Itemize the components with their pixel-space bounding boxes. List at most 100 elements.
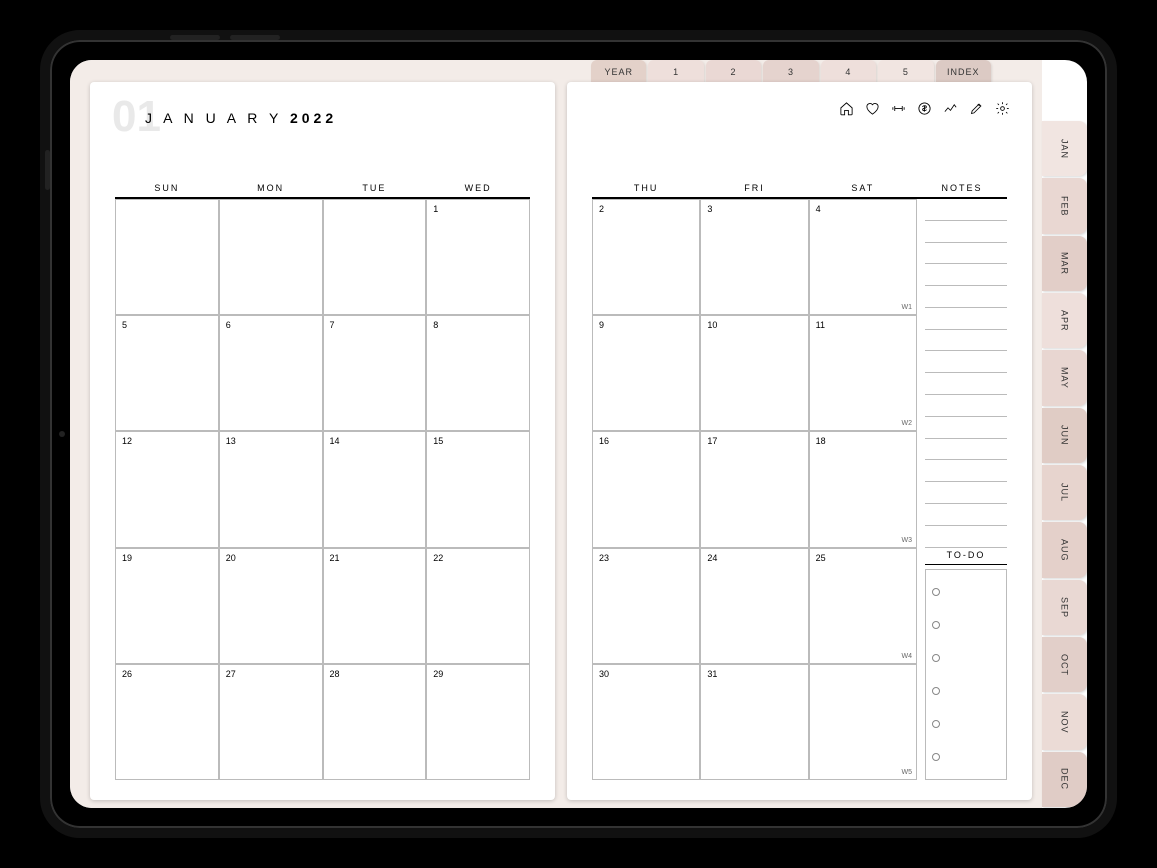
- top-tab-4[interactable]: 4: [821, 60, 876, 84]
- top-tab-index[interactable]: INDEX: [936, 60, 991, 84]
- money-icon[interactable]: [916, 100, 932, 116]
- top-tab-2[interactable]: 2: [706, 60, 761, 84]
- calendar-cell[interactable]: 10: [700, 315, 808, 431]
- todo-item[interactable]: [932, 641, 1000, 674]
- calendar-cell[interactable]: 17: [700, 431, 808, 547]
- week-label: W2: [902, 420, 913, 427]
- hardware-volume-down: [230, 35, 280, 40]
- calendar-cell[interactable]: [115, 199, 219, 315]
- month-year-title: J A N U A R Y 2022: [145, 110, 337, 126]
- calendar-cell[interactable]: 7: [323, 315, 427, 431]
- calendar-cell[interactable]: 26: [115, 664, 219, 780]
- side-tab-sep[interactable]: SEP: [1042, 580, 1087, 635]
- calendar-cell[interactable]: 13: [219, 431, 323, 547]
- day-header-thu: THU: [592, 177, 700, 199]
- calendar-cell[interactable]: 19: [115, 548, 219, 664]
- calendar-cell[interactable]: 15: [426, 431, 530, 547]
- todo-item[interactable]: [932, 740, 1000, 773]
- day-header-wed: WED: [426, 177, 530, 199]
- calendar-cell[interactable]: 24: [700, 548, 808, 664]
- year: 2022: [290, 110, 337, 126]
- calendar-cell[interactable]: 2: [592, 199, 700, 315]
- week-label: W4: [902, 653, 913, 660]
- left-calendar-grid: SUNMONTUEWED1567812131415192021222627282…: [115, 177, 530, 780]
- side-tab-feb[interactable]: FEB: [1042, 178, 1087, 233]
- side-tab-dec[interactable]: DEC: [1042, 752, 1087, 807]
- edit-icon[interactable]: [968, 100, 984, 116]
- fitness-icon[interactable]: [890, 100, 906, 116]
- screen: YEAR12345INDEX 01 J A N U A R Y 2022 SUN…: [70, 60, 1087, 808]
- planner-spread: YEAR12345INDEX 01 J A N U A R Y 2022 SUN…: [70, 60, 1042, 808]
- top-tabs: YEAR12345INDEX: [590, 60, 992, 84]
- calendar-cell[interactable]: 16: [592, 431, 700, 547]
- calendar-cell[interactable]: [323, 199, 427, 315]
- side-tab-jun[interactable]: JUN: [1042, 408, 1087, 463]
- week-label: W5: [902, 769, 913, 776]
- calendar-cell[interactable]: 23: [592, 548, 700, 664]
- calendar-cell[interactable]: 5: [115, 315, 219, 431]
- side-tab-nov[interactable]: NOV: [1042, 694, 1087, 749]
- calendar-cell[interactable]: 18W3: [809, 431, 917, 547]
- top-tab-year[interactable]: YEAR: [591, 60, 646, 84]
- calendar-cell[interactable]: 14: [323, 431, 427, 547]
- calendar-cell[interactable]: 3: [700, 199, 808, 315]
- month-name: J A N U A R Y: [145, 110, 290, 126]
- calendar-cell[interactable]: 8: [426, 315, 530, 431]
- calendar-cell[interactable]: 25W4: [809, 548, 917, 664]
- hardware-power: [45, 150, 50, 190]
- side-tab-apr[interactable]: APR: [1042, 293, 1087, 348]
- calendar-cell[interactable]: 1: [426, 199, 530, 315]
- todo-item[interactable]: [932, 674, 1000, 707]
- right-page: THUFRISATNOTES234W191011W2161718W3232425…: [567, 82, 1032, 800]
- calendar-cell[interactable]: 4W1: [809, 199, 917, 315]
- week-label: W1: [902, 304, 913, 311]
- todo-area[interactable]: TO-DO: [917, 548, 1007, 780]
- right-calendar-grid: THUFRISATNOTES234W191011W2161718W3232425…: [592, 177, 1007, 780]
- side-tab-mar[interactable]: MAR: [1042, 236, 1087, 291]
- icon-toolbar: [838, 100, 1010, 116]
- top-tab-5[interactable]: 5: [878, 60, 933, 84]
- calendar-cell[interactable]: 28: [323, 664, 427, 780]
- day-header-tue: TUE: [323, 177, 427, 199]
- calendar-cell[interactable]: 21: [323, 548, 427, 664]
- day-header-mon: MON: [219, 177, 323, 199]
- calendar-cell[interactable]: 30: [592, 664, 700, 780]
- hardware-volume-up: [170, 35, 220, 40]
- side-tab-oct[interactable]: OCT: [1042, 637, 1087, 692]
- progress-icon[interactable]: [942, 100, 958, 116]
- side-tab-aug[interactable]: AUG: [1042, 522, 1087, 577]
- todo-item[interactable]: [932, 707, 1000, 740]
- calendar-cell[interactable]: 9: [592, 315, 700, 431]
- home-icon[interactable]: [838, 100, 854, 116]
- calendar-cell[interactable]: W5: [809, 664, 917, 780]
- day-header-sun: SUN: [115, 177, 219, 199]
- top-tab-1[interactable]: 1: [648, 60, 703, 84]
- todo-item[interactable]: [932, 576, 1000, 609]
- day-header-sat: SAT: [809, 177, 917, 199]
- side-month-tabs: JANFEBMARAPRMAYJUNJULAUGSEPOCTNOVDEC: [1042, 120, 1087, 808]
- week-label: W3: [902, 537, 913, 544]
- heart-icon[interactable]: [864, 100, 880, 116]
- month-title-area: 01 J A N U A R Y 2022: [90, 82, 555, 157]
- calendar-cell[interactable]: 11W2: [809, 315, 917, 431]
- calendar-cell[interactable]: 20: [219, 548, 323, 664]
- calendar-cell[interactable]: 6: [219, 315, 323, 431]
- side-tab-jan[interactable]: JAN: [1042, 121, 1087, 176]
- tablet-frame: YEAR12345INDEX 01 J A N U A R Y 2022 SUN…: [40, 30, 1117, 838]
- day-header-fri: FRI: [700, 177, 808, 199]
- settings-icon[interactable]: [994, 100, 1010, 116]
- left-page: 01 J A N U A R Y 2022 SUNMONTUEWED156781…: [90, 82, 555, 800]
- calendar-cell[interactable]: 22: [426, 548, 530, 664]
- todo-title: TO-DO: [925, 550, 1007, 565]
- calendar-cell[interactable]: 27: [219, 664, 323, 780]
- calendar-cell[interactable]: [219, 199, 323, 315]
- notes-header: NOTES: [917, 177, 1007, 199]
- calendar-cell[interactable]: 29: [426, 664, 530, 780]
- side-tab-jul[interactable]: JUL: [1042, 465, 1087, 520]
- calendar-cell[interactable]: 31: [700, 664, 808, 780]
- calendar-cell[interactable]: 12: [115, 431, 219, 547]
- notes-area[interactable]: [917, 199, 1007, 548]
- todo-item[interactable]: [932, 609, 1000, 642]
- top-tab-3[interactable]: 3: [763, 60, 818, 84]
- side-tab-may[interactable]: MAY: [1042, 350, 1087, 405]
